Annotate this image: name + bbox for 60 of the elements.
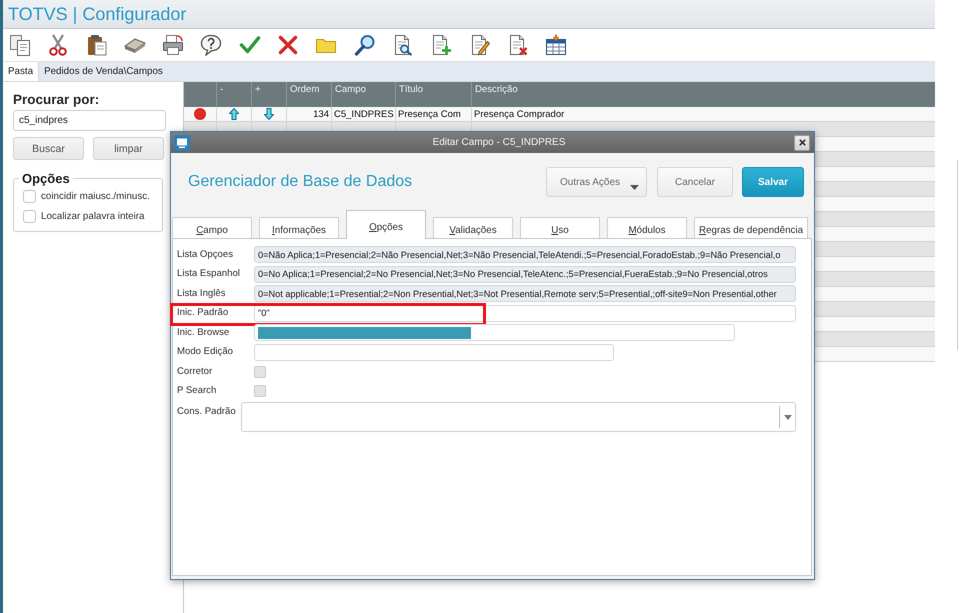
input-field[interactable] xyxy=(254,324,735,341)
document-add-icon[interactable] xyxy=(430,34,452,56)
tab[interactable]: Informações xyxy=(259,217,339,238)
field-label: P Search xyxy=(177,385,218,397)
table-cell: Presença Comprador xyxy=(471,107,935,121)
table-cell: Presença Com xyxy=(395,107,471,121)
tab[interactable]: Regras de dependência xyxy=(694,217,808,238)
more-actions-button[interactable]: Outras Ações xyxy=(546,167,647,197)
field-label: Lista Opçoes xyxy=(177,248,234,260)
printer-icon[interactable] xyxy=(162,34,184,56)
help-icon[interactable] xyxy=(200,34,222,56)
tab[interactable]: Módulos xyxy=(607,217,687,238)
checkbox[interactable] xyxy=(23,210,36,222)
checkbox-label: coincidir maiusc./minusc. xyxy=(41,190,150,202)
caret-icon xyxy=(630,185,639,190)
table-cell: C5_INDPRES xyxy=(331,107,395,121)
checkmark-icon[interactable] xyxy=(238,34,261,56)
cancel-button[interactable]: Cancelar xyxy=(657,167,733,197)
tab[interactable]: Validações xyxy=(433,217,513,238)
dialog-title: Editar Campo - C5_INDPRES xyxy=(432,137,566,148)
close-icon xyxy=(798,139,806,146)
caret-icon[interactable] xyxy=(784,414,792,420)
combo-field[interactable] xyxy=(241,402,796,432)
table-icon[interactable] xyxy=(545,34,568,56)
tab[interactable]: Uso xyxy=(520,217,600,238)
input-field[interactable] xyxy=(254,344,614,360)
copy-icon[interactable] xyxy=(9,34,31,56)
readonly-field[interactable]: 0=Not applicable;1=Presential;2=Non Presential,Net;3=Not Presential,Remote serv;5=Presential,;off-site9=Non Presential,other xyxy=(254,285,796,302)
clear-button[interactable]: limpar xyxy=(93,137,164,160)
dialog-heading: Gerenciador de Base de Dados xyxy=(188,173,414,191)
field-label: Corretor xyxy=(177,366,214,378)
search-button[interactable]: Buscar xyxy=(13,137,84,160)
scissors-icon[interactable] xyxy=(47,34,70,56)
clipboard-icon[interactable] xyxy=(86,34,108,56)
search-field[interactable]: c5_indpres xyxy=(13,110,166,131)
readonly-field[interactable]: 0=Não Aplica;1=Presencial;2=Não Presencial,Net;3=Não Presencial,TeleAtendi.;5=Presencial,ForadoEstab.;9=Não Presencial,o xyxy=(254,246,796,263)
window-icon xyxy=(174,134,190,150)
table-cell: 134 xyxy=(286,107,331,121)
cross-icon[interactable] xyxy=(277,34,300,56)
group-title: Opções xyxy=(21,171,71,186)
search-icon[interactable] xyxy=(354,34,376,56)
up-arrow-icon[interactable] xyxy=(229,108,239,120)
tab[interactable]: Opções xyxy=(346,210,426,239)
breadcrumb: Pedidos de Venda\Campos xyxy=(44,65,163,79)
search-label: Procurar por: xyxy=(13,91,100,108)
readonly-field[interactable]: 0=No Aplica;1=Presencial;2=No Presencial,Net;3=No Presencial,TeleAtenc.;5=Presencial,FueraEstab.;9=No Presencial,otros xyxy=(254,266,796,282)
field-label: Modo Edição xyxy=(177,346,234,358)
checkbox[interactable] xyxy=(23,190,36,202)
field-label: Inic. Browse xyxy=(177,326,230,338)
down-arrow-icon[interactable] xyxy=(264,108,274,120)
close-button[interactable] xyxy=(794,134,810,150)
field-label: Cons. Padrão xyxy=(177,405,237,418)
app-title: TOTVS | Configurador xyxy=(8,4,186,24)
table-row[interactable]: 134 C5_INDPRES Presença Com Presença Comprador xyxy=(184,107,935,122)
folder-tab[interactable]: Pasta xyxy=(3,62,40,81)
checkbox-label: Localizar palavra inteira xyxy=(41,210,144,222)
tab[interactable]: Campo xyxy=(172,217,252,238)
field-label: Lista Espanhol xyxy=(177,268,241,280)
field-label: Lista Inglês xyxy=(177,288,227,300)
field-label: Inic. Padrão xyxy=(177,307,230,319)
